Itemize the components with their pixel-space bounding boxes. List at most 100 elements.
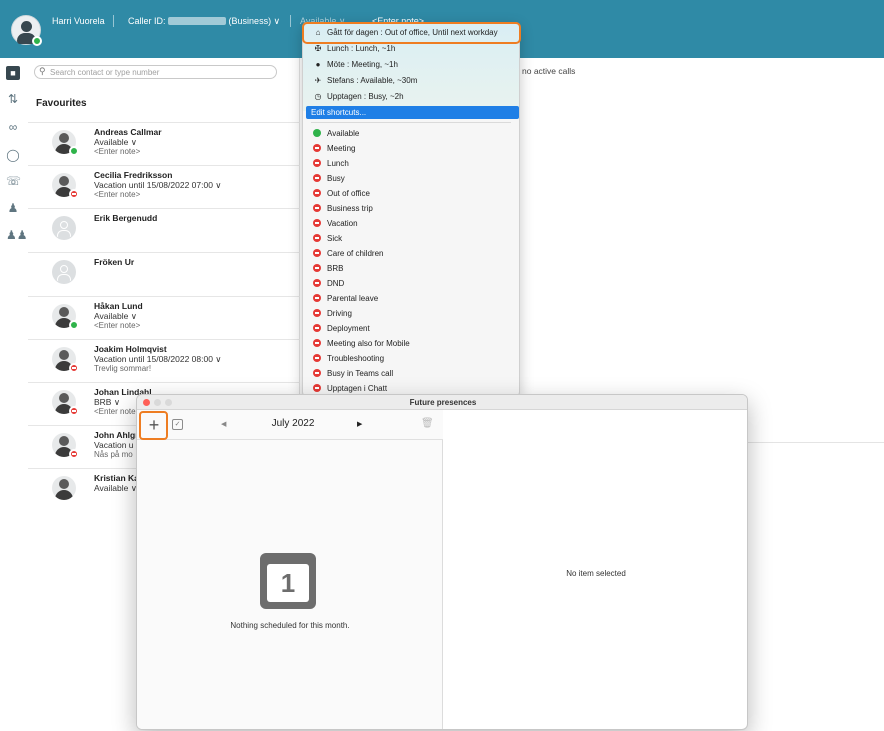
status-label: Business trip xyxy=(327,204,373,213)
busy-dot xyxy=(313,294,321,302)
status-label: Parental leave xyxy=(327,294,379,303)
busy-dot xyxy=(313,264,321,272)
status-item-driving[interactable]: Driving xyxy=(313,308,352,320)
window-titlebar: Future presences xyxy=(137,395,747,410)
calendar-day: 1 xyxy=(267,564,309,602)
status-item-troubleshooting[interactable]: Troubleshooting xyxy=(313,353,384,365)
caller-id-type: (Business) ∨ xyxy=(228,16,281,26)
plane-icon: ✈ xyxy=(314,76,322,85)
trash-icon[interactable]: 🗑 xyxy=(421,418,434,429)
status-item-parental-leave[interactable]: Parental leave xyxy=(313,293,378,305)
contact-row[interactable]: Erik Bergenudd xyxy=(28,208,300,251)
status-item-sick[interactable]: Sick xyxy=(313,233,342,245)
contact-avatar xyxy=(52,476,76,500)
contact-name: Joakim Holmqvist xyxy=(94,344,167,354)
contact-row[interactable]: Cecilia Fredriksson Vacation until 15/08… xyxy=(28,165,300,208)
busy-dot xyxy=(313,219,321,227)
contact-row[interactable]: Håkan Lund Available ∨ <Enter note> xyxy=(28,296,300,339)
groups-nav-icon[interactable]: ♟♟ xyxy=(6,228,28,242)
search-box[interactable]: ⚲ xyxy=(34,65,277,79)
empty-month-message: Nothing scheduled for this month. xyxy=(230,621,350,630)
status-label: Upptagen i Chatt xyxy=(327,384,388,393)
status-label: Lunch xyxy=(327,159,349,168)
add-button-highlight xyxy=(139,411,168,440)
contacts-nav-icon[interactable]: ■ xyxy=(6,66,20,80)
schedule-toolbar: + ✓ ◀ July 2022 ▶ 🗑 xyxy=(137,410,443,440)
contact-row[interactable]: Fröken Ur xyxy=(28,252,300,295)
future-presences-window: Future presences + ✓ ◀ July 2022 ▶ 🗑 1 N… xyxy=(136,394,748,730)
contact-status[interactable]: Vacation u xyxy=(94,440,134,450)
favourites-title: Favourites xyxy=(36,98,87,109)
status-item-busy[interactable]: Busy xyxy=(313,173,345,185)
status-item-business-trip[interactable]: Business trip xyxy=(313,203,373,215)
caller-id-selector[interactable]: Caller ID: (Business) ∨ xyxy=(128,16,280,27)
contact-name: Cecilia Fredriksson xyxy=(94,170,173,180)
busy-dot xyxy=(313,354,321,362)
shortcut-item[interactable]: ● Möte : Meeting, ~1h xyxy=(313,59,398,71)
presence-dot xyxy=(69,189,79,199)
shortcut-label: Möte : Meeting, ~1h xyxy=(327,60,398,69)
cutlery-icon: ✠ xyxy=(314,44,322,53)
status-item-out-of-office[interactable]: Out of office xyxy=(313,188,370,200)
status-item-busy-teams[interactable]: Busy in Teams call xyxy=(313,368,393,380)
status-label: Busy xyxy=(327,174,345,183)
status-item-deployment[interactable]: Deployment xyxy=(313,323,370,335)
shortcut-label: Stefans : Available, ~30m xyxy=(327,76,418,85)
transfer-nav-icon[interactable]: ⇅ xyxy=(6,92,20,106)
busy-dot xyxy=(313,234,321,242)
edit-shortcuts-item[interactable]: Edit shortcuts... xyxy=(306,106,519,119)
shortcut-item[interactable]: ✈ Stefans : Available, ~30m xyxy=(313,75,418,87)
status-item-meeting-mobile[interactable]: Meeting also for Mobile xyxy=(313,338,410,350)
shortcut-label: Upptagen : Busy, ~2h xyxy=(327,92,404,101)
contact-name: Andreas Callmar xyxy=(94,127,162,137)
status-item-dnd[interactable]: DND xyxy=(313,278,344,290)
presence-dot xyxy=(69,320,79,330)
call-history-nav-icon[interactable]: ☏ xyxy=(6,174,21,188)
next-month-button[interactable]: ▶ xyxy=(357,420,362,428)
busy-dot xyxy=(313,384,321,392)
no-active-calls: no active calls xyxy=(522,66,576,76)
status-label: Available xyxy=(327,129,360,138)
presence-dot xyxy=(69,449,79,459)
queue-nav-icon[interactable]: ♟ xyxy=(6,201,20,215)
contact-name: John Ahlgr xyxy=(94,430,139,440)
status-item-meeting[interactable]: Meeting xyxy=(313,143,355,155)
status-label: Meeting xyxy=(327,144,356,153)
my-avatar[interactable] xyxy=(11,15,42,46)
user-name: Harri Vuorela xyxy=(52,16,105,26)
edit-shortcuts-highlight xyxy=(302,22,521,44)
contact-note: <Enter note> xyxy=(94,190,141,199)
search-input[interactable] xyxy=(50,67,270,77)
select-checkbox-icon[interactable]: ✓ xyxy=(172,419,183,430)
contact-status[interactable]: Available ∨ xyxy=(94,483,137,494)
status-label: Care of children xyxy=(327,249,384,258)
shortcut-item[interactable]: ◷ Upptagen : Busy, ~2h xyxy=(313,91,404,103)
busy-dot xyxy=(313,204,321,212)
chat-nav-icon[interactable]: ◯ xyxy=(6,148,20,162)
caller-id-label: Caller ID: xyxy=(128,16,166,26)
redacted-number xyxy=(168,17,227,25)
contact-note: Nås på mo xyxy=(94,450,133,459)
contact-row[interactable]: Joakim Holmqvist Vacation until 15/08/20… xyxy=(28,339,300,382)
status-label: Troubleshooting xyxy=(327,354,385,363)
status-item-vacation[interactable]: Vacation xyxy=(313,218,358,230)
previous-month-button[interactable]: ◀ xyxy=(221,420,226,428)
status-label: Out of office xyxy=(327,189,370,198)
contact-row[interactable]: Andreas Callmar Available ∨ <Enter note> xyxy=(28,122,300,165)
contact-avatar-placeholder xyxy=(52,216,76,240)
status-label: Busy in Teams call xyxy=(327,369,394,378)
header-divider xyxy=(113,15,114,27)
contact-name: Fröken Ur xyxy=(94,257,135,267)
status-label: Sick xyxy=(327,234,343,243)
status-item-available[interactable]: Available xyxy=(313,128,359,140)
status-item-lunch[interactable]: Lunch xyxy=(313,158,349,170)
contact-name: Kristian Ka xyxy=(94,473,139,483)
busy-dot xyxy=(313,324,321,332)
voicemail-nav-icon[interactable]: ∞ xyxy=(6,120,20,134)
status-item-brb[interactable]: BRB xyxy=(313,263,343,275)
status-item-care-of-children[interactable]: Care of children xyxy=(313,248,383,260)
busy-dot xyxy=(313,189,321,197)
busy-dot xyxy=(313,369,321,377)
shortcut-item[interactable]: ✠ Lunch : Lunch, ~1h xyxy=(313,43,396,55)
contact-avatar-placeholder xyxy=(52,260,76,284)
